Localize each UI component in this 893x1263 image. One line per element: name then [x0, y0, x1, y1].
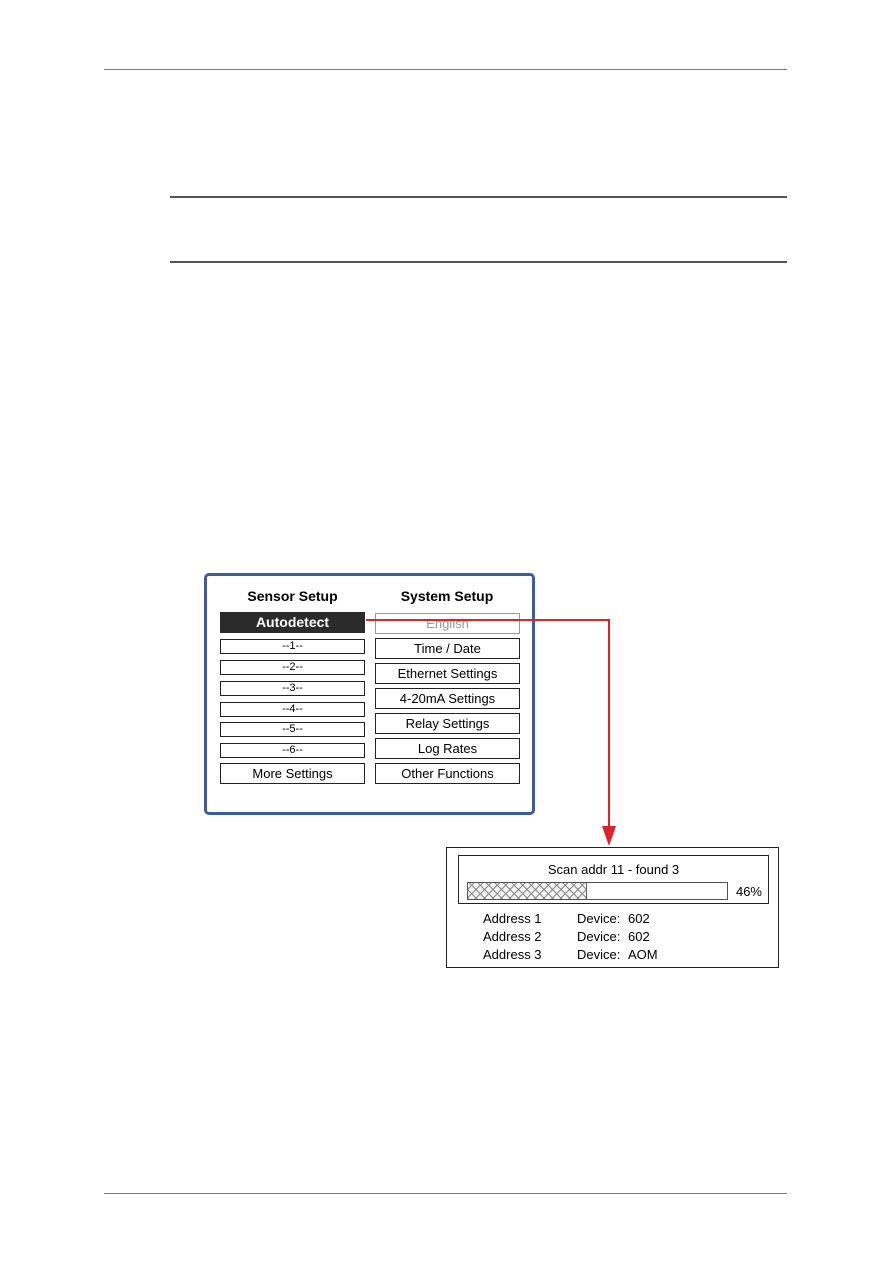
note-rule-bottom [170, 261, 787, 263]
scan-dialog: Scan addr 11 - found 3 46% Address 1 Dev… [446, 847, 779, 968]
4-20ma-settings-button[interactable]: 4-20mA Settings [375, 688, 520, 709]
time-date-button[interactable]: Time / Date [375, 638, 520, 659]
sensor-4-button[interactable]: --4-- [220, 702, 365, 717]
sensor-setup-title: Sensor Setup [247, 588, 338, 604]
sensor-6-button[interactable]: --6-- [220, 743, 365, 758]
autodetect-button[interactable]: Autodetect [220, 612, 365, 633]
scan-progress-box: Scan addr 11 - found 3 46% [458, 855, 769, 904]
result-address: Address 2 [483, 929, 542, 944]
setup-menu-panel: Sensor Setup System Setup Autodetect --1… [204, 573, 535, 815]
sensor-1-button[interactable]: --1-- [220, 639, 365, 654]
note-rule-top [170, 196, 787, 198]
result-device-value: 602 [628, 929, 650, 944]
result-device-label: Device: [577, 929, 621, 944]
result-device-value: 602 [628, 911, 650, 926]
arrow-head-icon [602, 826, 616, 846]
footer-rule [104, 1193, 787, 1194]
other-functions-button[interactable]: Other Functions [375, 763, 520, 784]
result-device-value: AOM [628, 947, 658, 962]
sensor-5-button[interactable]: --5-- [220, 722, 365, 737]
result-address: Address 1 [483, 911, 542, 926]
english-button[interactable]: English [375, 613, 520, 634]
result-address: Address 3 [483, 947, 542, 962]
scan-progress-bar [467, 882, 728, 900]
system-setup-title: System Setup [400, 588, 494, 604]
header-rule [104, 69, 787, 70]
sensor-2-button[interactable]: --2-- [220, 660, 365, 675]
scan-progress-percent: 46% [735, 884, 762, 899]
more-settings-button[interactable]: More Settings [220, 763, 365, 784]
sensor-3-button[interactable]: --3-- [220, 681, 365, 696]
scan-progress-fill [468, 883, 588, 899]
scan-status-text: Scan addr 11 - found 3 [547, 862, 680, 877]
ethernet-settings-button[interactable]: Ethernet Settings [375, 663, 520, 684]
relay-settings-button[interactable]: Relay Settings [375, 713, 520, 734]
log-rates-button[interactable]: Log Rates [375, 738, 520, 759]
result-device-label: Device: [577, 911, 621, 926]
result-device-label: Device: [577, 947, 621, 962]
